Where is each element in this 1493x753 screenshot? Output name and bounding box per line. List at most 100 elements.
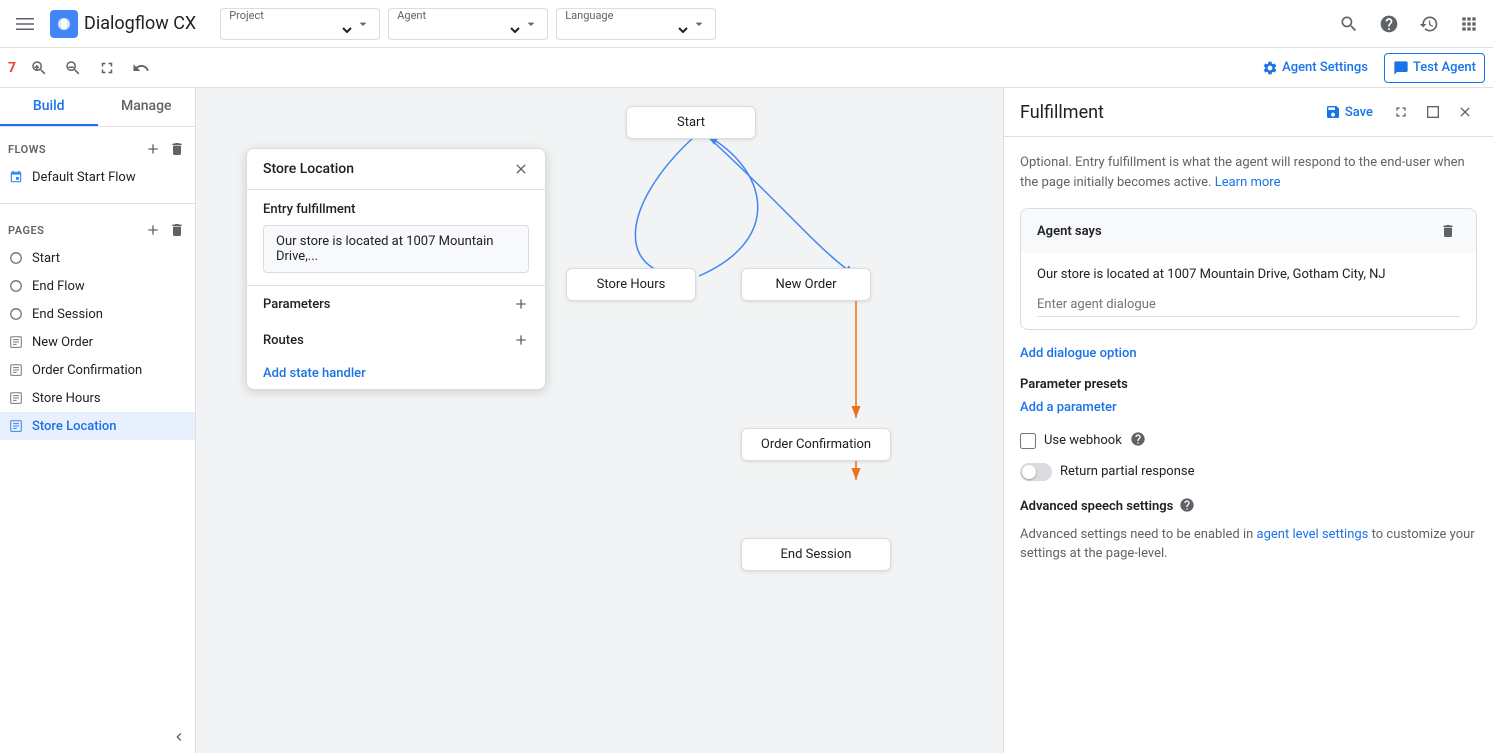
- partial-response-row: Return partial response: [1020, 463, 1477, 481]
- apps-icon[interactable]: [1453, 8, 1485, 40]
- partial-response-toggle[interactable]: [1020, 463, 1052, 481]
- help-icon[interactable]: [1373, 8, 1405, 40]
- popup-routes-section[interactable]: Routes: [247, 322, 545, 358]
- use-webhook-checkbox[interactable]: [1020, 433, 1036, 449]
- language-select[interactable]: [565, 22, 691, 39]
- store-location-icon: [8, 418, 24, 434]
- main-layout: Build Manage FLOWS Default St: [0, 88, 1493, 753]
- agent-level-settings-link[interactable]: agent level settings: [1257, 527, 1369, 542]
- sidebar-item-order-confirmation[interactable]: Order Confirmation: [0, 356, 195, 384]
- use-webhook-label: Use webhook: [1044, 433, 1122, 448]
- sidebar-item-end-session[interactable]: End Session: [0, 300, 195, 328]
- sidebar-item-store-location[interactable]: Store Location: [0, 412, 195, 440]
- panel-body: Optional. Entry fulfillment is what the …: [1004, 137, 1493, 753]
- store-hours-label: Store Hours: [32, 391, 101, 406]
- panel-expand-button[interactable]: [1389, 100, 1413, 124]
- agent-text: Our store is located at 1007 Mountain Dr…: [1037, 265, 1460, 285]
- popup-title: Store Location: [263, 161, 354, 177]
- flows-section: FLOWS Default Start Flow: [0, 127, 195, 199]
- partial-response-label: Return partial response: [1060, 464, 1194, 479]
- add-parameter-icon: [513, 296, 529, 312]
- sidebar-collapse-button[interactable]: [0, 721, 195, 753]
- activity-icon[interactable]: [1413, 8, 1445, 40]
- nav-right-actions: [1333, 8, 1485, 40]
- add-state-handler-link[interactable]: Add state handler: [263, 366, 366, 381]
- add-parameter-link[interactable]: Add a parameter: [1020, 400, 1477, 415]
- node-start[interactable]: Start: [626, 106, 756, 139]
- sidebar-divider: [0, 203, 195, 204]
- agent-says-header: Agent says: [1021, 209, 1476, 253]
- agent-label: Agent: [397, 9, 523, 22]
- test-agent-button[interactable]: Test Agent: [1384, 53, 1485, 83]
- save-button[interactable]: Save: [1317, 100, 1381, 124]
- panel-actions: Save: [1317, 100, 1477, 124]
- pages-section: PAGES Start: [0, 208, 195, 448]
- panel-header: Fulfillment Save: [1004, 88, 1493, 137]
- build-tab[interactable]: Build: [0, 88, 98, 126]
- pages-section-header: PAGES: [0, 216, 195, 244]
- flows-actions: [143, 139, 187, 159]
- advanced-speech-description: Advanced settings need to be enabled in …: [1020, 525, 1477, 564]
- agent-dialogue-input[interactable]: [1037, 293, 1460, 317]
- add-dialogue-link[interactable]: Add dialogue option: [1020, 346, 1477, 361]
- node-end-session[interactable]: End Session: [741, 538, 891, 571]
- chevron-down-icon: [691, 16, 707, 32]
- popup-parameters-section[interactable]: Parameters: [247, 286, 545, 322]
- learn-more-link[interactable]: Learn more: [1215, 175, 1281, 190]
- node-store-hours-label: Store Hours: [597, 277, 666, 292]
- undo-button[interactable]: [126, 53, 156, 83]
- popup-entry-fulfillment-preview[interactable]: Our store is located at 1007 Mountain Dr…: [263, 225, 529, 273]
- language-label: Language: [565, 9, 691, 22]
- sidebar-item-store-hours[interactable]: Store Hours: [0, 384, 195, 412]
- node-store-hours[interactable]: Store Hours: [566, 268, 696, 301]
- sidebar-item-default-flow[interactable]: Default Start Flow: [0, 163, 195, 191]
- popup-entry-fulfillment-title: Entry fulfillment: [263, 202, 529, 217]
- advanced-speech-help-icon[interactable]: [1179, 497, 1195, 517]
- agent-dropdown[interactable]: Agent: [388, 8, 548, 40]
- node-new-order-label: New Order: [775, 277, 836, 292]
- chevron-down-icon: [523, 16, 539, 32]
- sidebar: Build Manage FLOWS Default St: [0, 88, 196, 753]
- start-label: Start: [32, 251, 60, 266]
- sidebar-item-end-flow[interactable]: End Flow: [0, 272, 195, 300]
- zoom-in-button[interactable]: [24, 53, 54, 83]
- end-flow-label: End Flow: [32, 279, 85, 294]
- store-hours-icon: [8, 390, 24, 406]
- fit-screen-button[interactable]: [92, 53, 122, 83]
- end-flow-icon: [8, 278, 24, 294]
- new-order-icon: [8, 334, 24, 350]
- project-dropdown[interactable]: Project: [220, 8, 380, 40]
- save-label: Save: [1345, 105, 1373, 120]
- store-location-popup: Store Location Entry fulfillment Our sto…: [246, 148, 546, 390]
- node-start-label: Start: [677, 115, 705, 130]
- popup-close-button[interactable]: [513, 161, 529, 177]
- language-dropdown[interactable]: Language: [556, 8, 716, 40]
- delete-flow-button[interactable]: [167, 139, 187, 159]
- canvas-area[interactable]: Start Store Hours New Order Order Confir…: [196, 88, 1003, 753]
- webhook-help-icon[interactable]: [1130, 431, 1146, 451]
- menu-icon[interactable]: [8, 11, 42, 37]
- delete-agent-says-button[interactable]: [1436, 219, 1460, 243]
- sidebar-item-start[interactable]: Start: [0, 244, 195, 272]
- search-icon[interactable]: [1333, 8, 1365, 40]
- node-order-confirmation[interactable]: Order Confirmation: [741, 428, 891, 461]
- store-location-label: Store Location: [32, 419, 117, 434]
- manage-tab[interactable]: Manage: [98, 88, 196, 126]
- panel-fullscreen-button[interactable]: [1421, 100, 1445, 124]
- agent-settings-button[interactable]: Agent Settings: [1254, 54, 1376, 82]
- sidebar-item-new-order[interactable]: New Order: [0, 328, 195, 356]
- project-select[interactable]: [229, 22, 355, 39]
- add-page-button[interactable]: [143, 220, 163, 240]
- secondary-toolbar: 7 Agent Settings Test Agent: [0, 48, 1493, 88]
- add-flow-button[interactable]: [143, 139, 163, 159]
- node-order-confirmation-label: Order Confirmation: [761, 437, 871, 452]
- delete-page-button[interactable]: [167, 220, 187, 240]
- agent-select[interactable]: [397, 22, 523, 39]
- agent-says-card: Agent says Our store is located at 1007 …: [1020, 208, 1477, 330]
- top-navigation: Dialogflow CX Project Agent Language: [0, 0, 1493, 48]
- use-webhook-row: Use webhook: [1020, 431, 1477, 451]
- zoom-out-button[interactable]: [58, 53, 88, 83]
- node-new-order[interactable]: New Order: [741, 268, 871, 301]
- panel-close-button[interactable]: [1453, 100, 1477, 124]
- pages-section-title: PAGES: [8, 224, 44, 237]
